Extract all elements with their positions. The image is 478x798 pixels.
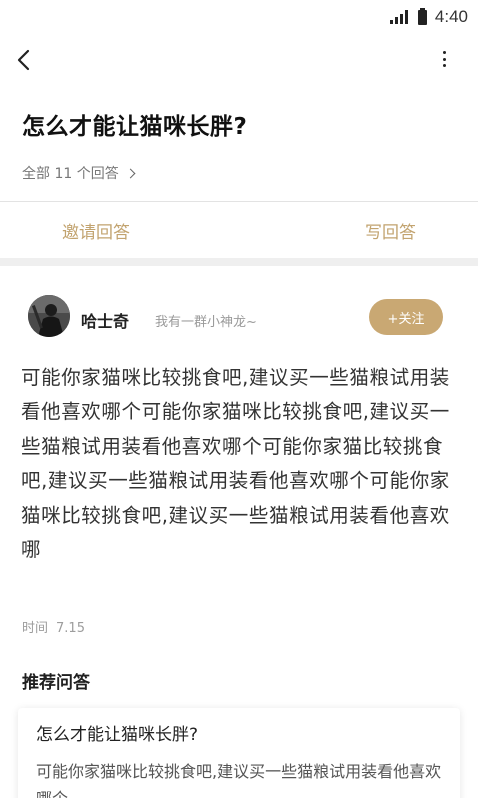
more-button[interactable] [440,48,448,70]
signal-icon [389,10,410,24]
answer-time-label: 时间 [22,621,49,636]
recommended-title: 怎么才能让猫咪长胖? [36,725,199,745]
answer-body: 可能你家猫咪比较挑食吧,建议买一些猫粮试用装看他喜欢哪个可能你家猫咪比较挑食吧,… [21,366,450,562]
recommended-snippet: 可能你家猫咪比较挑食吧,建议买一些猫粮试用装看他喜欢哪个 [36,762,442,798]
answer-author-row: 哈士奇 我有一群小神龙~ +关注 [0,292,478,344]
section-separator [0,258,478,266]
back-arrow-icon [17,49,30,71]
author-signature: 我有一群小神龙~ [155,315,257,330]
answer-actions: 邀请回答 写回答 [0,202,478,258]
status-time: 4:40 [434,7,468,26]
back-button[interactable] [8,42,44,78]
chevron-right-icon [125,168,136,178]
write-answer-button[interactable]: 写回答 [365,218,416,243]
answer-time-value: 7.15 [56,621,85,636]
answer-time: 时间 7.15 [22,617,85,636]
battery-icon [417,7,427,25]
all-answers-link[interactable]: 全部 11 个回答 [22,163,136,183]
status-icons: 4:40 [389,6,468,28]
invite-answer-button[interactable]: 邀请回答 [62,218,130,243]
question-title: 怎么才能让猫咪长胖? [22,114,248,140]
all-answers-label: 全部 11 个回答 [22,166,119,182]
recommended-heading: 推荐问答 [22,673,90,693]
recommended-card[interactable]: 怎么才能让猫咪长胖? 可能你家猫咪比较挑食吧,建议买一些猫粮试用装看他喜欢哪个 [18,708,460,798]
avatar[interactable] [28,295,70,337]
follow-button[interactable]: +关注 [369,299,443,335]
nav-bar [0,40,478,80]
author-name[interactable]: 哈士奇 [81,308,129,332]
status-bar: 4:40 [0,0,478,34]
avatar-image [28,295,70,337]
more-vertical-icon [442,51,446,54]
